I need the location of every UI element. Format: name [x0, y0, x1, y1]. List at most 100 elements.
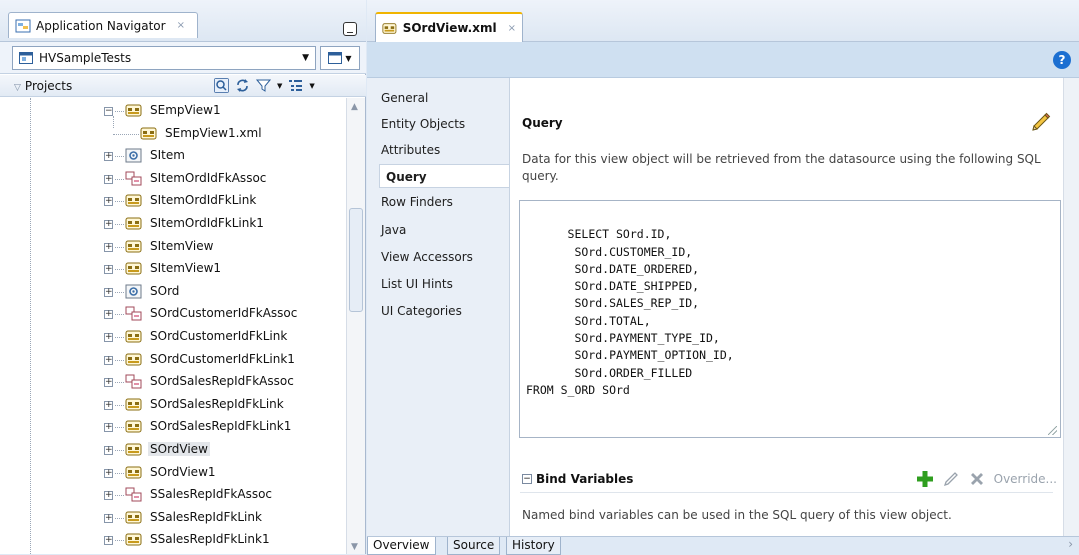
tree-item[interactable]: + SItemOrdIdFkLink1	[0, 213, 346, 235]
section-entity-objects[interactable]: Entity Objects	[375, 112, 507, 136]
tree-item[interactable]: + SOrdView1	[0, 462, 346, 484]
tree-item-label: SOrdCustomerIdFkLink1	[150, 351, 295, 366]
chevron-down-icon[interactable]: ▼	[277, 82, 282, 90]
tab-source[interactable]: Source	[447, 537, 501, 555]
close-icon[interactable]: ×	[177, 20, 185, 31]
application-navigator-tab[interactable]: Application Navigator ×	[8, 12, 198, 38]
scroll-down-icon[interactable]: ▼	[351, 542, 358, 552]
section-java[interactable]: Java	[375, 218, 507, 242]
chevron-down-icon[interactable]: ▼	[309, 82, 314, 90]
tree-item[interactable]: + SItemView	[0, 236, 346, 258]
sql-query-text: SELECT SOrd.ID, SOrd.CUSTOMER_ID, SOrd.D…	[526, 227, 734, 397]
expand-icon[interactable]: +	[104, 491, 113, 501]
close-icon[interactable]: ×	[508, 23, 516, 34]
bind-variables-header[interactable]: − Bind Variables	[522, 472, 633, 486]
help-icon[interactable]: ?	[1053, 51, 1071, 69]
tree-item-label: SOrd	[150, 283, 180, 298]
editor-scrollbar[interactable]	[1063, 78, 1079, 536]
tree-connector	[115, 224, 124, 225]
tree-item[interactable]: + SSalesRepIdFkAssoc	[0, 484, 346, 506]
expand-icon[interactable]: +	[104, 197, 113, 207]
xml-file-icon	[140, 126, 157, 141]
minimize-button[interactable]	[343, 22, 357, 36]
application-dropdown[interactable]: HVSampleTests ▼	[12, 46, 316, 70]
tree-connector	[115, 156, 124, 158]
scroll-right-icon[interactable]: ›	[1068, 537, 1073, 551]
expand-icon[interactable]: +	[104, 468, 113, 478]
tab-overview[interactable]: Overview	[367, 537, 436, 555]
tree-item[interactable]: + SOrdSalesRepIdFkAssoc	[0, 371, 346, 393]
expand-icon[interactable]: +	[104, 174, 113, 184]
view-object-icon	[125, 419, 142, 434]
tree-item[interactable]: + SOrdSalesRepIdFkLink1	[0, 416, 346, 438]
expand-icon[interactable]: +	[104, 513, 113, 523]
options-icon[interactable]	[288, 78, 303, 93]
pencil-icon[interactable]	[942, 470, 960, 488]
sync-icon[interactable]	[235, 78, 250, 93]
tree-item[interactable]: + SItemOrdIdFkAssoc	[0, 168, 346, 190]
tree-item[interactable]: + SItemView1	[0, 258, 346, 280]
collapse-icon[interactable]: −	[522, 474, 532, 484]
filter-icon[interactable]	[256, 78, 271, 93]
section-view-accessors[interactable]: View Accessors	[375, 245, 507, 269]
entity-object-icon	[125, 148, 142, 163]
tree-item-label: SSalesRepIdFkAssoc	[150, 487, 273, 502]
tree-item-label: SItemOrdIdFkLink	[150, 193, 257, 208]
view-object-icon	[125, 442, 142, 457]
association-icon	[125, 171, 142, 186]
section-attributes[interactable]: Attributes	[375, 138, 507, 162]
tab-history[interactable]: History	[506, 537, 561, 555]
expand-icon[interactable]: +	[104, 220, 113, 229]
tree-item[interactable]: + SOrdCustomerIdFkLink1	[0, 349, 346, 371]
projects-label: ▽ Projects	[14, 79, 73, 93]
collapse-icon[interactable]: −	[104, 107, 113, 116]
editor-tab-label: SOrdView.xml	[402, 21, 497, 35]
expand-icon[interactable]: +	[104, 446, 113, 455]
tree-item[interactable]: SEmpView1.xml	[0, 123, 346, 145]
view-object-icon	[125, 193, 142, 208]
delete-icon[interactable]	[968, 470, 986, 488]
projects-header[interactable]: ▽ Projects ▼ ▼	[0, 75, 366, 97]
tree-item[interactable]: + SSalesRepIdFkLink1	[0, 529, 346, 551]
tree-item[interactable]: + SOrd	[0, 281, 346, 303]
tree-item[interactable]: + SSalesRepIdFkLink	[0, 507, 346, 529]
tree-item[interactable]: + SOrdCustomerIdFkLink	[0, 326, 346, 348]
resize-grip-icon[interactable]	[1048, 426, 1057, 435]
section-ui-categories[interactable]: UI Categories	[375, 299, 507, 323]
tree-item[interactable]: + SOrdSalesRepIdFkLink	[0, 394, 346, 416]
expand-icon[interactable]: +	[104, 310, 113, 320]
sql-query-editor[interactable]: SELECT SOrd.ID, SOrd.CUSTOMER_ID, SOrd.D…	[519, 200, 1061, 438]
override-button[interactable]: Override...	[994, 472, 1057, 486]
tree-item[interactable]: + SOrdView	[0, 439, 346, 461]
pencil-icon[interactable]	[1027, 110, 1053, 136]
sordview-xml-tab[interactable]: SOrdView.xml ×	[375, 12, 523, 42]
scrollbar-thumb[interactable]	[349, 208, 363, 312]
navigator-scrollbar[interactable]: ▲ ▼	[346, 98, 365, 554]
expand-icon[interactable]: +	[104, 152, 113, 162]
tree-item[interactable]: − SEmpView1	[0, 100, 346, 122]
section-row-finders[interactable]: Row Finders	[375, 190, 507, 214]
add-icon[interactable]	[916, 470, 934, 488]
tree-item[interactable]: + SItemOrdIdFkLink	[0, 190, 346, 212]
expand-icon[interactable]: +	[104, 265, 113, 275]
tree-connector	[115, 291, 124, 293]
expand-icon[interactable]: +	[104, 536, 113, 546]
search-icon[interactable]	[214, 78, 229, 93]
application-menu-button[interactable]: ▼	[320, 46, 360, 70]
section-general[interactable]: General	[375, 86, 507, 110]
section-query[interactable]: Query	[379, 164, 509, 188]
expand-icon[interactable]: +	[104, 355, 113, 365]
expand-icon[interactable]: +	[104, 242, 113, 252]
tree-item-label: SItem	[150, 148, 185, 163]
tree-connector	[115, 178, 124, 180]
expand-icon[interactable]: +	[104, 378, 113, 388]
expand-icon[interactable]: +	[104, 333, 113, 342]
expand-icon[interactable]: +	[104, 423, 113, 433]
section-list-ui-hints[interactable]: List UI Hints	[375, 272, 507, 296]
tree-connector	[115, 246, 124, 248]
expand-icon[interactable]: +	[104, 400, 113, 410]
tree-item[interactable]: + SItem	[0, 145, 346, 167]
expand-icon[interactable]: +	[104, 287, 113, 297]
scroll-up-icon[interactable]: ▲	[351, 102, 358, 112]
tree-item[interactable]: + SOrdCustomerIdFkAssoc	[0, 303, 346, 325]
